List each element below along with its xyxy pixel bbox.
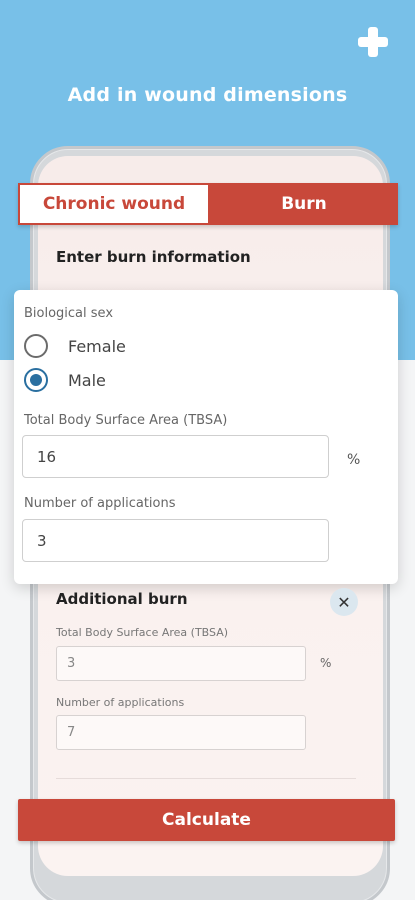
tab-chronic-wound[interactable]: Chronic wound (18, 183, 210, 225)
additional-applications-label: Number of applications (56, 696, 185, 709)
radio-male-circle[interactable] (24, 368, 48, 392)
tbsa-unit: % (347, 452, 361, 468)
plus-icon[interactable] (357, 26, 389, 58)
page-headline: Add in wound dimensions (67, 84, 348, 106)
radio-female[interactable]: Female (24, 334, 126, 358)
additional-burn-title: Additional burn (56, 590, 188, 608)
burn-info-card: Biological sex Female Male Total Body Su… (14, 290, 398, 584)
additional-tbsa-input[interactable]: 3 (56, 646, 306, 681)
tbsa-label: Total Body Surface Area (TBSA) (24, 413, 228, 428)
wound-type-tabs: Chronic wound Burn (18, 183, 398, 225)
additional-applications-input[interactable]: 7 (56, 715, 306, 750)
applications-input[interactable]: 3 (22, 519, 329, 562)
tab-burn[interactable]: Burn (210, 183, 398, 225)
close-icon[interactable]: ✕ (330, 588, 358, 616)
radio-male-label: Male (68, 370, 106, 390)
applications-label: Number of applications (24, 496, 176, 511)
radio-female-label: Female (68, 336, 126, 356)
radio-male[interactable]: Male (24, 368, 106, 392)
divider (56, 778, 356, 779)
additional-tbsa-unit: % (320, 656, 332, 670)
radio-female-circle[interactable] (24, 334, 48, 358)
sex-label: Biological sex (24, 306, 114, 321)
tbsa-input[interactable]: 16 (22, 435, 329, 478)
calculate-button[interactable]: Calculate (18, 799, 395, 841)
burn-info-title: Enter burn information (56, 248, 251, 266)
additional-tbsa-label: Total Body Surface Area (TBSA) (56, 626, 229, 639)
